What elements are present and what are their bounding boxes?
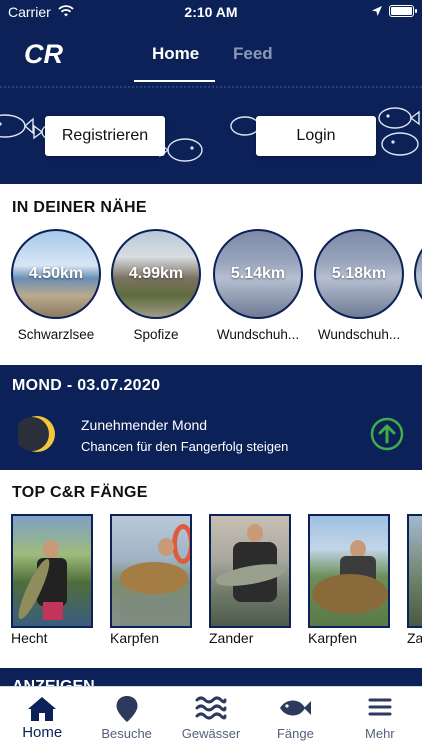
- status-time: 2:10 AM: [184, 4, 238, 20]
- nearby-spot-card[interactable]: 5.14km Wundschuh...: [213, 229, 303, 342]
- catch-species: Karpfen: [110, 630, 160, 646]
- bottom-tab-bar: Home Besuche Gewässer Fänge Mehr: [0, 686, 422, 750]
- spot-image: 5.18km: [314, 229, 404, 319]
- moon-chance-label: Chancen für den Fangerfolg steigen: [81, 439, 289, 454]
- location-arrow-icon: [372, 6, 382, 16]
- tabbar-item-faenge[interactable]: Fänge: [253, 687, 337, 750]
- catch-species: Zander: [209, 630, 254, 646]
- spot-distance: 4.50km: [28, 265, 84, 282]
- nearby-spot-card[interactable]: 5.18km Wundschuh...: [314, 229, 404, 342]
- auth-banner: Registrieren Login: [0, 86, 422, 184]
- catch-card[interactable]: Zander: [209, 514, 291, 646]
- nearby-spot-card[interactable]: 4.50km Schwarzlsee: [11, 229, 101, 342]
- app-logo: CR: [24, 39, 63, 68]
- waves-icon: [195, 696, 227, 720]
- catch-card[interactable]: Karpfen: [110, 514, 192, 646]
- spot-name: Spofize: [133, 327, 179, 342]
- svg-text:CR: CR: [24, 39, 63, 68]
- tabbar-label: Fänge: [276, 726, 314, 741]
- map-pin-icon: [116, 696, 138, 722]
- battery-icon: [389, 5, 414, 17]
- spot-name: Wundschuh...: [317, 327, 401, 342]
- spot-name: Schwarzlsee: [17, 327, 95, 342]
- tabbar-item-home[interactable]: Home: [0, 687, 84, 750]
- fish-icon: [280, 700, 312, 716]
- home-icon: [28, 697, 57, 721]
- battery-cap: [415, 9, 417, 13]
- active-tab-indicator: [134, 80, 215, 82]
- catch-card-partial[interactable]: Za: [407, 514, 422, 646]
- catch-photo: [11, 514, 93, 628]
- spot-image: 5.14km: [213, 229, 303, 319]
- arrow-up-circle-icon: [370, 417, 404, 451]
- catch-card[interactable]: Hecht: [11, 514, 93, 646]
- moon-phase-icon: [18, 416, 55, 452]
- tabbar-label: Gewässer: [181, 726, 241, 741]
- spot-distance: 4.99km: [128, 265, 184, 282]
- catch-photo: [308, 514, 390, 628]
- status-bar: Carrier 2:10 AM: [0, 0, 422, 24]
- tabbar-label: Mehr: [365, 726, 395, 741]
- spot-distance: 5.18km: [331, 265, 387, 282]
- tabbar-label: Besuche: [101, 726, 152, 741]
- register-button[interactable]: Registrieren: [45, 116, 165, 156]
- tabbar-item-mehr[interactable]: Mehr: [338, 687, 422, 750]
- catch-species: Hecht: [11, 630, 48, 646]
- moon-title: MOND - 03.07.2020: [12, 377, 161, 394]
- top-catches-title: TOP C&R FÄNGE: [12, 484, 148, 501]
- catch-card[interactable]: Karpfen: [308, 514, 390, 646]
- login-button[interactable]: Login: [256, 116, 376, 156]
- catch-species: Za: [407, 630, 422, 646]
- moon-phase-label: Zunehmender Mond: [81, 417, 208, 433]
- spot-name: Wundschuh...: [216, 327, 300, 342]
- moon-section: MOND - 03.07.2020 Zunehmender Mond Chanc…: [0, 365, 422, 470]
- spot-distance: 5.14km: [230, 265, 286, 282]
- menu-icon: [368, 698, 392, 716]
- spot-image: 4.50km: [11, 229, 101, 319]
- tabbar-item-gewaesser[interactable]: Gewässer: [169, 687, 253, 750]
- nearby-spot-card-partial[interactable]: [414, 229, 422, 319]
- nearby-section-title: IN DEINER NÄHE: [12, 199, 147, 216]
- catch-photo: [209, 514, 291, 628]
- tab-feed[interactable]: Feed: [233, 44, 273, 64]
- catch-species: Karpfen: [308, 630, 358, 646]
- tabbar-label: Home: [22, 724, 63, 741]
- spot-image: 4.99km: [111, 229, 201, 319]
- tab-home[interactable]: Home: [152, 44, 199, 64]
- catch-photo: [110, 514, 192, 628]
- tabbar-item-besuche[interactable]: Besuche: [84, 687, 168, 750]
- nearby-spot-card[interactable]: 4.99km Spofize: [111, 229, 201, 342]
- app-header: CR Home Feed: [0, 24, 422, 86]
- catch-photo: [407, 514, 422, 628]
